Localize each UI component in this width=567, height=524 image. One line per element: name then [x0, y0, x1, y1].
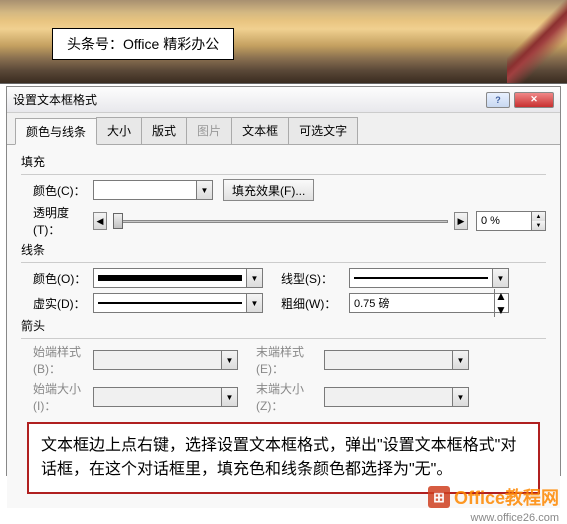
spin-down-icon[interactable]: ▼ — [495, 303, 508, 317]
spin-up-icon[interactable]: ▲ — [495, 289, 508, 303]
label-begin-style: 始端样式(B)： — [21, 343, 93, 377]
tab-layout[interactable]: 版式 — [141, 117, 187, 144]
close-button[interactable]: ✕ — [514, 92, 554, 108]
chevron-down-icon: ▼ — [452, 388, 468, 406]
line-style-combo[interactable]: ▼ — [349, 268, 509, 288]
chevron-down-icon: ▼ — [246, 294, 262, 312]
transparency-spin[interactable]: 0 % ▲▼ — [476, 211, 546, 231]
end-size-combo: ▼ — [324, 387, 469, 407]
label-end-style: 末端样式(E)： — [252, 343, 324, 377]
line-color-swatch — [98, 275, 242, 281]
banner: 头条号：Office 精彩办公 — [0, 0, 567, 84]
begin-size-combo: ▼ — [93, 387, 238, 407]
tab-alt-text[interactable]: 可选文字 — [288, 117, 358, 144]
spin-down-icon[interactable]: ▼ — [531, 221, 545, 230]
banner-caption: 头条号：Office 精彩办公 — [52, 28, 234, 60]
label-begin-size: 始端大小(I)： — [21, 380, 93, 414]
label-fill-color: 颜色(C)： — [21, 182, 93, 199]
chevron-down-icon: ▼ — [452, 351, 468, 369]
section-line: 线条 — [21, 241, 546, 258]
label-transparency: 透明度(T)： — [21, 204, 93, 238]
chevron-down-icon: ▼ — [221, 388, 237, 406]
logo-icon: ⊞ — [428, 486, 450, 508]
tab-color-lines[interactable]: 颜色与线条 — [15, 118, 97, 145]
label-line-dash: 虚实(D)： — [21, 295, 93, 312]
line-style-sample — [354, 277, 488, 279]
dialog-title: 设置文本框格式 — [13, 91, 482, 108]
tabstrip: 颜色与线条 大小 版式 图片 文本框 可选文字 — [7, 113, 560, 145]
watermark: ⊞ Office教程网 — [428, 484, 559, 510]
section-arrow: 箭头 — [21, 317, 546, 334]
watermark-url: www.office26.com — [471, 512, 559, 524]
dialog-format-textbox: 设置文本框格式 ? ✕ 颜色与线条 大小 版式 图片 文本框 可选文字 填充 颜… — [6, 86, 561, 476]
begin-style-combo: ▼ — [93, 350, 238, 370]
tab-size[interactable]: 大小 — [96, 117, 142, 144]
line-weight-combo[interactable]: 0.75 磅 ▲ ▼ — [349, 293, 509, 313]
label-end-size: 末端大小(Z)： — [252, 380, 324, 414]
panel-color-lines: 填充 颜色(C)： ▼ 填充效果(F)... 透明度(T)： ◀ ▶ 0 % ▲… — [7, 145, 560, 508]
chevron-down-icon: ▼ — [196, 181, 212, 199]
chevron-down-icon: ▼ — [492, 269, 508, 287]
chevron-down-icon: ▼ — [221, 351, 237, 369]
line-color-combo[interactable]: ▼ — [93, 268, 263, 288]
chevron-down-icon: ▼ — [246, 269, 262, 287]
transparency-increase[interactable]: ▶ — [454, 212, 468, 230]
spin-up-icon[interactable]: ▲ — [531, 212, 545, 221]
transparency-decrease[interactable]: ◀ — [93, 212, 107, 230]
label-line-color: 颜色(O)： — [21, 270, 93, 287]
tab-textbox[interactable]: 文本框 — [231, 117, 289, 144]
watermark-brand: Office教程网 — [454, 484, 559, 510]
line-dash-combo[interactable]: ▼ — [93, 293, 263, 313]
line-dash-sample — [98, 302, 242, 304]
section-fill: 填充 — [21, 153, 546, 170]
tab-picture: 图片 — [186, 117, 232, 144]
label-line-style: 线型(S)： — [277, 270, 349, 287]
help-button[interactable]: ? — [486, 92, 510, 108]
label-line-weight: 粗细(W)： — [277, 295, 349, 312]
fill-effects-button[interactable]: 填充效果(F)... — [223, 179, 314, 201]
fill-color-combo[interactable]: ▼ — [93, 180, 213, 200]
transparency-slider[interactable] — [113, 212, 448, 230]
titlebar: 设置文本框格式 ? ✕ — [7, 87, 560, 113]
end-style-combo: ▼ — [324, 350, 469, 370]
